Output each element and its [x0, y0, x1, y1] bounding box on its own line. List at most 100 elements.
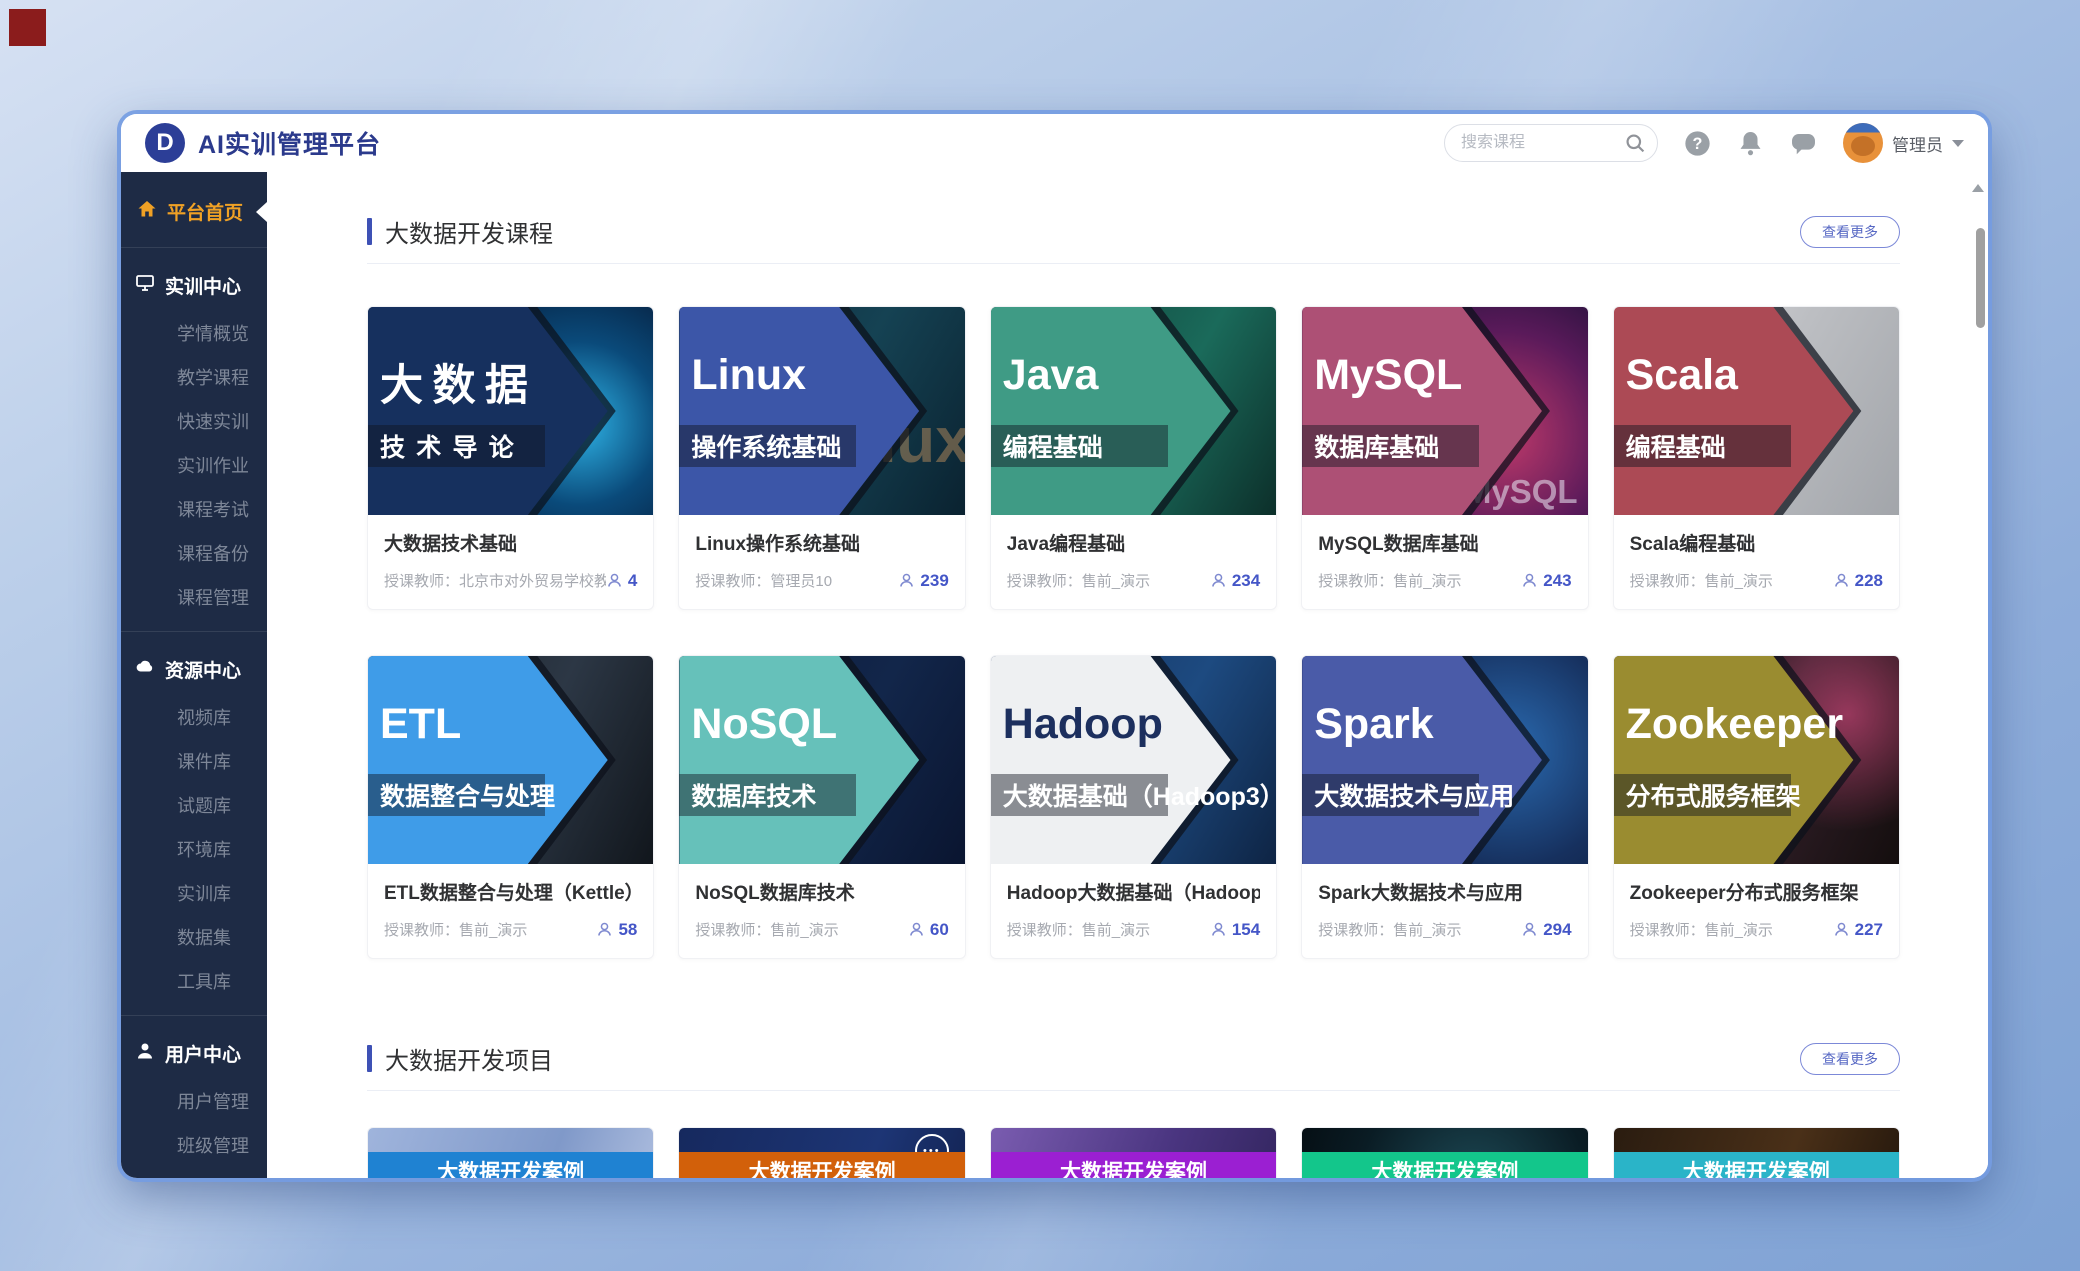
sidebar-item[interactable]: 实训作业	[121, 443, 267, 487]
app-window: D AI实训管理平台 ?	[121, 114, 1988, 1178]
scrollbar-thumb[interactable]	[1976, 228, 1985, 328]
course-title: Linux操作系统基础	[695, 529, 948, 556]
sidebar-item[interactable]: 实训库	[121, 871, 267, 915]
person-outline-icon	[1521, 572, 1538, 589]
course-card[interactable]: ETL 数据整合与处理 ETL数据整合与处理（Kettle） 授课教师：售前_演…	[367, 655, 654, 959]
project-card[interactable]: 大数据开发案例	[1613, 1127, 1900, 1178]
student-count: 228	[1833, 571, 1883, 591]
course-title: Java编程基础	[1007, 529, 1260, 556]
sidebar-item-label: 平台首页	[167, 198, 243, 225]
section-title: 大数据开发项目	[385, 1041, 553, 1076]
search-box	[1444, 124, 1658, 162]
sidebar-item-home[interactable]: 平台首页	[121, 188, 267, 235]
bell-icon[interactable]	[1737, 130, 1764, 157]
card-body: MySQL数据库基础 授课教师：售前_演示 243	[1302, 515, 1587, 609]
sidebar-item[interactable]: 班级管理	[121, 1123, 267, 1167]
course-grid-row1: 大数据 技术导论 大数据技术基础 授课教师：北京市对外贸易学校教... 4	[367, 306, 1900, 610]
course-card[interactable]: MySQL MySQL 数据库基础 MySQL数据库基础 授课教师：售	[1301, 306, 1588, 610]
app-header: D AI实训管理平台 ?	[121, 114, 1988, 172]
banner-subtitle: 大数据基础（Hadoop3）	[991, 774, 1168, 816]
course-banner: Spark 大数据技术与应用	[1302, 656, 1587, 864]
course-card[interactable]: Zookeeper 分布式服务框架 Zookeeper分布式服务框架 授课教师：…	[1613, 655, 1900, 959]
chevron-down-icon	[1952, 140, 1964, 147]
user-avatar[interactable]	[1843, 123, 1883, 163]
course-banner: Hadoop 大数据基础（Hadoop3）	[991, 656, 1276, 864]
student-count: 58	[596, 920, 637, 940]
project-card[interactable]: 大数据开发案例	[1301, 1127, 1588, 1178]
project-grid: 大数据开发案例 大数据开发案例 大	[367, 1127, 1900, 1178]
search-icon[interactable]	[1623, 131, 1647, 160]
course-card[interactable]: NoSQL 数据库技术 NoSQL数据库技术 授课教师：售前_演示 60	[678, 655, 965, 959]
view-more-button[interactable]: 查看更多	[1800, 216, 1900, 248]
sidebar-item[interactable]: 数据集	[121, 915, 267, 959]
sidebar-item[interactable]: 环境库	[121, 827, 267, 871]
sidebar-item[interactable]: 教学课程	[121, 355, 267, 399]
course-teacher: 授课教师：售前_演示	[1007, 919, 1210, 940]
course-card[interactable]: Scala 编程基础 Scala编程基础 授课教师：售前_演示 228	[1613, 306, 1900, 610]
course-title: ETL数据整合与处理（Kettle）	[384, 878, 637, 905]
sidebar-divider	[121, 1015, 267, 1016]
person-outline-icon	[898, 572, 915, 589]
course-banner: 大数据 技术导论	[368, 307, 653, 515]
project-card[interactable]: 大数据开发案例	[678, 1127, 965, 1178]
project-band-label: 大数据开发案例	[1302, 1152, 1587, 1178]
course-card[interactable]: Linux Linux 操作系统基础 Linux操作系统基础 授课教师	[678, 306, 965, 610]
sidebar-section-label: 资源中心	[165, 656, 241, 683]
course-teacher: 授课教师：售前_演示	[1318, 919, 1521, 940]
project-image: 大数据开发案例	[679, 1128, 964, 1178]
sidebar-item[interactable]: 课程备份	[121, 531, 267, 575]
cloud-icon	[135, 657, 155, 683]
student-count: 60	[908, 920, 949, 940]
course-card[interactable]: Spark 大数据技术与应用 Spark大数据技术与应用 授课教师：售前_演示 …	[1301, 655, 1588, 959]
course-teacher: 授课教师：售前_演示	[1318, 570, 1521, 591]
course-banner: Scala 编程基础	[1614, 307, 1899, 515]
project-band-label: 大数据开发案例	[1614, 1152, 1899, 1178]
scrollbar-up-arrow-icon[interactable]	[1972, 184, 1984, 192]
course-card[interactable]: Hadoop 大数据基础（Hadoop3） Hadoop大数据基础（Hadoop…	[990, 655, 1277, 959]
course-teacher: 授课教师：售前_演示	[1630, 570, 1833, 591]
sidebar-item[interactable]: 用户管理	[121, 1079, 267, 1123]
person-outline-icon	[908, 921, 925, 938]
sidebar-item[interactable]: 试题库	[121, 783, 267, 827]
project-card[interactable]: 大数据开发案例	[990, 1127, 1277, 1178]
section-head: 大数据开发课程 查看更多	[367, 214, 1900, 249]
course-banner: Zookeeper 分布式服务框架	[1614, 656, 1899, 864]
course-card[interactable]: 大数据 技术导论 大数据技术基础 授课教师：北京市对外贸易学校教... 4	[367, 306, 654, 610]
view-more-button[interactable]: 查看更多	[1800, 1043, 1900, 1075]
section-divider	[367, 1090, 1900, 1091]
card-body: ETL数据整合与处理（Kettle） 授课教师：售前_演示 58	[368, 864, 653, 958]
chat-icon[interactable]	[1790, 130, 1817, 157]
sidebar: 平台首页 实训中心 学情概览 教学课程 快速实训 实训作业 课程考试 课程备份 …	[121, 172, 267, 1178]
sidebar-divider	[121, 631, 267, 632]
user-menu[interactable]: 管理员	[1843, 123, 1964, 163]
project-image: 大数据开发案例	[1302, 1128, 1587, 1178]
monitor-icon	[135, 273, 155, 299]
section-divider	[367, 263, 1900, 264]
sidebar-section-resources[interactable]: 资源中心	[121, 644, 267, 695]
course-banner: Java 编程基础	[991, 307, 1276, 515]
project-card[interactable]: 大数据开发案例	[367, 1127, 654, 1178]
person-outline-icon	[1833, 921, 1850, 938]
course-title: Hadoop大数据基础（Hadoop3）	[1007, 878, 1260, 905]
course-teacher: 授课教师：北京市对外贸易学校教...	[384, 570, 606, 591]
sidebar-item[interactable]: 工具库	[121, 959, 267, 1003]
course-title: Spark大数据技术与应用	[1318, 878, 1571, 905]
sidebar-item[interactable]: 课程考试	[121, 487, 267, 531]
sidebar-section-training[interactable]: 实训中心	[121, 260, 267, 311]
sidebar-item[interactable]: 快速实训	[121, 399, 267, 443]
sidebar-item[interactable]: 视频库	[121, 695, 267, 739]
project-band-label: 大数据开发案例	[679, 1152, 964, 1178]
help-icon[interactable]: ?	[1684, 130, 1711, 157]
sidebar-item[interactable]: 课程管理	[121, 575, 267, 619]
course-card[interactable]: Java 编程基础 Java编程基础 授课教师：售前_演示 234	[990, 306, 1277, 610]
project-image: 大数据开发案例	[368, 1128, 653, 1178]
course-banner: Linux Linux 操作系统基础	[679, 307, 964, 515]
student-count: 239	[898, 571, 948, 591]
sidebar-section-users[interactable]: 用户中心	[121, 1028, 267, 1079]
sidebar-section-label: 用户中心	[165, 1040, 241, 1067]
sidebar-item[interactable]: 学情概览	[121, 311, 267, 355]
user-name: 管理员	[1892, 131, 1943, 156]
course-title: Scala编程基础	[1630, 529, 1883, 556]
sidebar-item[interactable]: 课件库	[121, 739, 267, 783]
course-title: MySQL数据库基础	[1318, 529, 1571, 556]
